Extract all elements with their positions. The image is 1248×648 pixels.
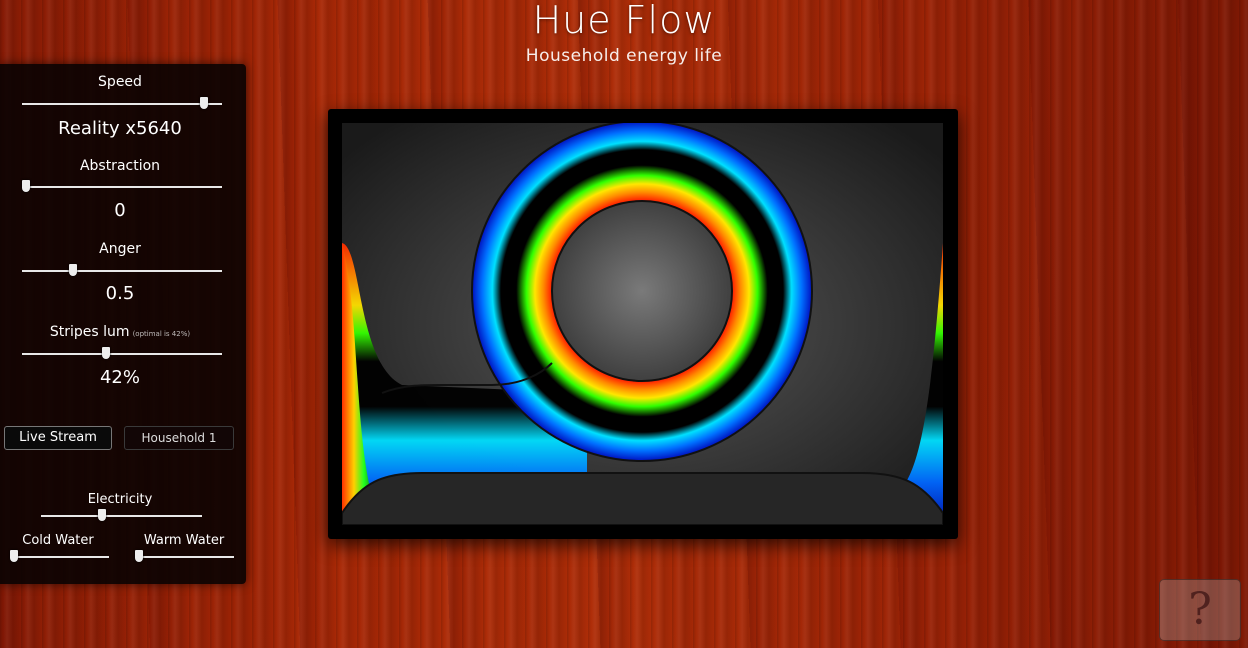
page-title: Hue Flow xyxy=(532,0,716,42)
stripes-slider-thumb[interactable] xyxy=(102,347,110,359)
cold-water-slider[interactable] xyxy=(10,556,109,558)
cold-water-label: Cold Water xyxy=(22,533,94,548)
abstraction-slider-thumb[interactable] xyxy=(22,180,30,192)
stripes-note: (optimal is 42%) xyxy=(132,330,191,338)
anger-value: 0.5 xyxy=(105,283,135,304)
warm-water-slider-thumb[interactable] xyxy=(135,550,143,562)
warm-water-slider[interactable] xyxy=(135,556,234,558)
help-icon: ? xyxy=(1188,584,1212,635)
speed-slider[interactable] xyxy=(22,103,222,105)
electricity-label: Electricity xyxy=(87,492,153,507)
stripes-label: Stripes lum (optimal is 42%) xyxy=(20,324,220,340)
live-stream-button[interactable]: Live Stream xyxy=(4,426,112,450)
anger-slider[interactable] xyxy=(22,270,222,272)
warm-water-label: Warm Water xyxy=(143,533,225,548)
speed-slider-thumb[interactable] xyxy=(200,97,208,109)
cold-water-slider-thumb[interactable] xyxy=(10,550,18,562)
abstraction-value: 0 xyxy=(114,200,126,221)
help-button[interactable]: ? xyxy=(1159,579,1241,641)
page-subtitle: Household energy life xyxy=(525,46,723,66)
stripes-label-text: Stripes lum xyxy=(49,324,130,340)
abstraction-label: Abstraction xyxy=(79,158,161,174)
control-panel: Speed Reality x5640 Abstraction 0 Anger … xyxy=(0,64,246,584)
electricity-slider[interactable] xyxy=(41,515,202,517)
electricity-slider-thumb[interactable] xyxy=(98,509,106,521)
stripes-value: 42% xyxy=(99,367,140,388)
anger-label: Anger xyxy=(99,241,141,257)
visualization-frame xyxy=(328,109,958,539)
speed-label: Speed xyxy=(98,74,142,90)
abstraction-slider[interactable] xyxy=(22,186,222,188)
household-button[interactable]: Household 1 xyxy=(124,426,234,450)
speed-value: Reality x5640 xyxy=(58,118,182,139)
stripes-slider[interactable] xyxy=(22,353,222,355)
anger-slider-thumb[interactable] xyxy=(69,264,77,276)
energy-visualization xyxy=(342,123,943,525)
